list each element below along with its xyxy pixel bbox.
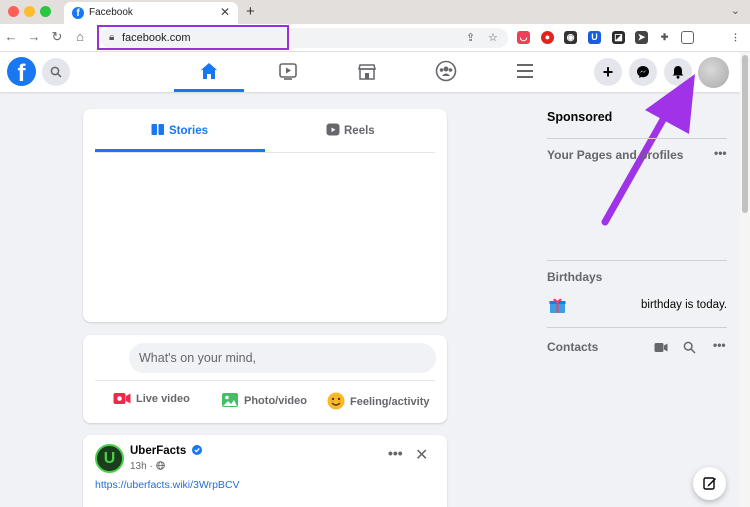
tab-list-chevron-icon[interactable]: ⌄ bbox=[731, 4, 740, 17]
nav-tab-menu[interactable] bbox=[490, 52, 560, 92]
url-highlight-box bbox=[97, 25, 289, 50]
new-message-button[interactable] bbox=[693, 467, 726, 500]
pages-options-icon[interactable]: ••• bbox=[714, 146, 727, 160]
page-scrollbar-thumb[interactable] bbox=[742, 55, 748, 213]
incognito-extension-icon[interactable]: ◉ bbox=[564, 31, 577, 44]
browser-tab-facebook[interactable]: f Facebook ✕ bbox=[64, 2, 238, 24]
new-tab-button[interactable]: + bbox=[246, 3, 255, 20]
birthdays-heading: Birthdays bbox=[547, 270, 603, 284]
groups-icon bbox=[435, 60, 457, 82]
contacts-search-icon[interactable] bbox=[683, 341, 696, 354]
tab-reels[interactable]: Reels bbox=[326, 123, 375, 137]
stories-card: Stories Reels bbox=[83, 109, 447, 322]
reload-button[interactable]: ↻ bbox=[49, 29, 65, 45]
sponsored-heading: Sponsored bbox=[547, 110, 613, 124]
window-close-button[interactable] bbox=[8, 6, 19, 17]
browser-toolbar: ← → ↻ ⌂ 🔒︎ facebook.com ⇪ ☆ ◡ ● ◉ U ◪ ➤ … bbox=[0, 24, 750, 52]
live-video-button[interactable]: Live video bbox=[113, 392, 190, 405]
reels-icon bbox=[326, 123, 340, 136]
feeling-icon bbox=[327, 392, 345, 410]
facebook-logo-icon[interactable]: f bbox=[7, 57, 36, 86]
post-options-icon[interactable]: ••• bbox=[388, 445, 403, 461]
tab-stories[interactable]: Stories bbox=[151, 123, 208, 137]
hide-post-icon[interactable]: ✕ bbox=[415, 445, 428, 465]
profile-icon[interactable] bbox=[706, 31, 719, 44]
photo-icon bbox=[222, 393, 238, 407]
bitwarden-extension-icon[interactable]: U bbox=[588, 31, 601, 44]
side-panel-icon[interactable] bbox=[681, 31, 694, 44]
right-divider bbox=[547, 260, 727, 261]
search-button[interactable] bbox=[42, 58, 70, 86]
stories-book-icon bbox=[151, 124, 164, 135]
contacts-options-icon[interactable]: ••• bbox=[713, 338, 726, 352]
hamburger-menu-icon bbox=[517, 64, 533, 78]
share-icon[interactable]: ⇪ bbox=[466, 31, 475, 44]
close-tab-icon[interactable]: ✕ bbox=[220, 5, 230, 19]
window-zoom-button[interactable] bbox=[40, 6, 51, 17]
contacts-heading: Contacts bbox=[547, 340, 599, 354]
compose-icon bbox=[702, 477, 716, 490]
globe-icon bbox=[155, 461, 165, 470]
composer-card: What's on your mind, Live video Photo/vi… bbox=[83, 335, 447, 423]
post-author-name[interactable]: UberFacts bbox=[130, 445, 203, 457]
nav-tab-watch[interactable] bbox=[253, 52, 323, 92]
search-icon bbox=[50, 66, 62, 78]
verified-badge-icon bbox=[192, 445, 203, 455]
tab-title: Facebook bbox=[89, 7, 133, 18]
facebook-favicon-icon: f bbox=[72, 7, 84, 19]
marketplace-icon bbox=[358, 64, 376, 80]
new-room-video-icon[interactable] bbox=[654, 342, 668, 353]
post-card: U UberFacts 13h · ••• ✕ https://uberfact… bbox=[83, 435, 447, 507]
extensions-puzzle-icon[interactable]: ✚ bbox=[658, 31, 671, 44]
feeling-activity-button[interactable]: Feeling/activity bbox=[327, 392, 429, 410]
window-minimize-button[interactable] bbox=[24, 6, 35, 17]
composer-divider bbox=[95, 380, 435, 381]
back-button[interactable]: ← bbox=[3, 29, 19, 44]
watch-video-icon bbox=[279, 63, 297, 80]
bookmark-star-icon[interactable]: ☆ bbox=[488, 31, 498, 44]
post-meta: 13h · bbox=[130, 461, 165, 472]
photo-video-button[interactable]: Photo/video bbox=[221, 392, 307, 408]
send-extension-icon[interactable]: ➤ bbox=[635, 31, 648, 44]
birthday-text: birthday is today. bbox=[641, 299, 728, 311]
nav-tab-marketplace[interactable] bbox=[332, 52, 402, 92]
nav-tab-home[interactable] bbox=[174, 52, 244, 92]
nav-tab-groups[interactable] bbox=[411, 52, 481, 92]
gift-icon bbox=[549, 298, 566, 313]
your-pages-heading: Your Pages and profiles bbox=[547, 148, 684, 162]
whats-on-your-mind-input[interactable]: What's on your mind, bbox=[129, 343, 436, 373]
tab-divider bbox=[95, 152, 435, 153]
pocket-extension-icon[interactable]: ◡ bbox=[517, 31, 530, 44]
right-divider bbox=[547, 327, 727, 328]
live-video-icon bbox=[113, 393, 131, 404]
home-icon bbox=[201, 63, 217, 79]
post-link[interactable]: https://uberfacts.wiki/3WrpBCV bbox=[95, 479, 240, 491]
forward-button[interactable]: → bbox=[26, 29, 42, 44]
home-button[interactable]: ⌂ bbox=[72, 29, 88, 44]
right-divider bbox=[547, 138, 727, 139]
grammar-extension-icon[interactable]: ◪ bbox=[612, 31, 625, 44]
adblock-extension-icon[interactable]: ● bbox=[541, 31, 554, 44]
browser-menu-icon[interactable]: ⋮ bbox=[729, 31, 742, 44]
browser-tab-bar: f Facebook ✕ + ⌄ bbox=[0, 0, 750, 24]
uberfacts-avatar[interactable]: U bbox=[95, 444, 124, 473]
